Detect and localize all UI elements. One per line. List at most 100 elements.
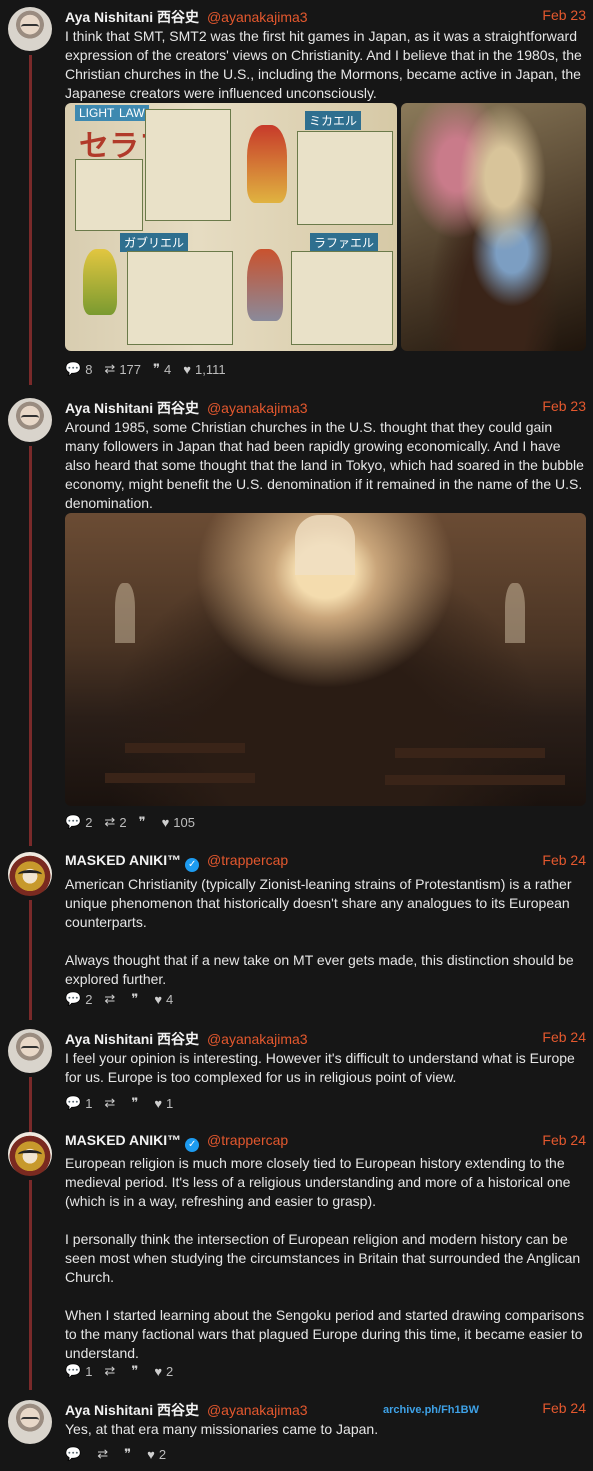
stat-table xyxy=(297,131,393,225)
like-count[interactable]: ♥ 1 xyxy=(154,1096,173,1111)
tweet-date[interactable]: Feb 24 xyxy=(542,852,586,868)
tweet: MASKED ANIKI™ ✓ @trappercap Feb 24 Europe… xyxy=(0,1132,593,1392)
quote-count[interactable]: ❞ 4 xyxy=(153,361,171,377)
tweet-header: Aya Nishitani 西谷史 @ayanakajima3 xyxy=(65,1400,585,1420)
reply-count[interactable]: 💬 xyxy=(65,1446,85,1462)
retweet-count[interactable]: ⇄ xyxy=(104,991,119,1007)
avatar[interactable] xyxy=(8,1029,52,1073)
stained-window xyxy=(505,583,525,643)
reply-icon: 💬 xyxy=(65,991,82,1006)
quote-icon: ❞ xyxy=(131,1363,139,1378)
avatar[interactable] xyxy=(8,398,52,442)
retweet-count[interactable]: ⇄ xyxy=(104,1363,119,1379)
church-interior-image[interactable] xyxy=(65,513,586,806)
magazine-scan-image[interactable]: LIGHT LAW セラフ ミカエル ガブリエル ラファエル xyxy=(65,103,397,351)
tweet-stats: 💬 2 ⇄ 2 ❞ ♥ 105 xyxy=(65,813,195,831)
retweet-count[interactable]: ⇄ xyxy=(104,1095,119,1111)
reply-icon: 💬 xyxy=(65,1095,82,1110)
author-handle[interactable]: @ayanakajima3 xyxy=(207,9,308,25)
quote-count[interactable]: ❞ xyxy=(124,1446,135,1462)
thread-line xyxy=(29,1180,32,1390)
tweet-date[interactable]: Feb 23 xyxy=(542,398,586,414)
reply-count[interactable]: 💬 8 xyxy=(65,361,92,377)
quote-count[interactable]: ❞ xyxy=(131,1095,142,1111)
like-icon: ♥ xyxy=(154,1363,163,1379)
angel-figure xyxy=(83,249,117,315)
tweet-header: Aya Nishitani 西谷史 @ayanakajima3 xyxy=(65,1029,585,1049)
avatar[interactable] xyxy=(8,1132,52,1176)
retweet-icon: ⇄ xyxy=(104,814,116,829)
quote-icon: ❞ xyxy=(138,814,146,829)
pew xyxy=(105,773,255,783)
author-name[interactable]: Aya Nishitani 西谷史 xyxy=(65,9,199,25)
law-tag: LAW xyxy=(115,105,149,121)
like-icon: ♥ xyxy=(154,1095,163,1111)
light-tag: LIGHT xyxy=(75,105,119,121)
retweet-count[interactable]: ⇄ 2 xyxy=(104,814,126,830)
like-icon: ♥ xyxy=(154,991,163,1007)
reply-icon: 💬 xyxy=(65,361,82,376)
retweet-icon: ⇄ xyxy=(104,1095,116,1110)
author-name[interactable]: MASKED ANIKI™ xyxy=(65,852,181,868)
retweet-icon: ⇄ xyxy=(97,1446,109,1461)
quote-icon: ❞ xyxy=(153,361,161,376)
tweet-stats: 💬 8 ⇄ 177 ❞ 4 ♥ 1,111 xyxy=(65,360,226,378)
michael-heading: ミカエル xyxy=(305,111,362,130)
tweet-date[interactable]: Feb 24 xyxy=(542,1029,586,1045)
stat-table xyxy=(291,251,393,345)
angel-figure xyxy=(247,249,283,321)
tweet-text: Yes, at that era many missionaries came … xyxy=(65,1421,379,1437)
author-handle[interactable]: @trappercap xyxy=(207,852,288,868)
tweet-text: European religion is much more closely t… xyxy=(65,1155,585,1361)
like-icon: ♥ xyxy=(183,361,191,377)
stained-window xyxy=(295,515,355,575)
thread-line xyxy=(29,446,32,846)
tweet-date[interactable]: Feb 24 xyxy=(542,1400,586,1416)
avatar[interactable] xyxy=(8,7,52,51)
retweet-icon: ⇄ xyxy=(104,991,116,1006)
quote-count[interactable]: ❞ xyxy=(131,1363,142,1379)
author-handle[interactable]: @ayanakajima3 xyxy=(207,400,308,416)
reply-count[interactable]: 💬 1 xyxy=(65,1095,92,1111)
gabriel-heading: ガブリエル xyxy=(120,233,189,252)
like-count[interactable]: ♥ 2 xyxy=(147,1447,166,1462)
author-name[interactable]: Aya Nishitani 西谷史 xyxy=(65,1031,199,1047)
author-handle[interactable]: @ayanakajima3 xyxy=(207,1031,308,1047)
author-name[interactable]: Aya Nishitani 西谷史 xyxy=(65,400,199,416)
quote-icon: ❞ xyxy=(124,1446,132,1461)
reply-icon: 💬 xyxy=(65,1446,82,1461)
retweet-count[interactable]: ⇄ 177 xyxy=(104,361,141,377)
reply-count[interactable]: 💬 2 xyxy=(65,814,92,830)
author-name[interactable]: MASKED ANIKI™ xyxy=(65,1132,181,1148)
tweet: Aya Nishitani 西谷史 @ayanakajima3 Feb 23 A… xyxy=(0,398,593,846)
quote-count[interactable]: ❞ xyxy=(139,814,150,830)
quote-icon: ❞ xyxy=(131,991,139,1006)
tweet: Aya Nishitani 西谷史 @ayanakajima3 Feb 24 Y… xyxy=(0,1400,593,1470)
tweet-date[interactable]: Feb 23 xyxy=(542,7,586,23)
tweet-stats: 💬 1 ⇄ ❞ ♥ 1 xyxy=(65,1094,173,1112)
avatar[interactable] xyxy=(8,1400,52,1444)
retweet-count[interactable]: ⇄ xyxy=(97,1446,112,1462)
author-name[interactable]: Aya Nishitani 西谷史 xyxy=(65,1402,199,1418)
quote-count[interactable]: ❞ xyxy=(131,991,142,1007)
thread-line xyxy=(29,55,32,385)
tweet-stats: 💬 1 ⇄ ❞ ♥ 2 xyxy=(65,1362,173,1380)
tweet-header: Aya Nishitani 西谷史 @ayanakajima3 xyxy=(65,398,585,418)
tweet-header: MASKED ANIKI™ ✓ @trappercap xyxy=(65,852,585,872)
avatar[interactable] xyxy=(8,852,52,896)
stat-table xyxy=(127,251,233,345)
archangel-painting-image[interactable] xyxy=(401,103,586,351)
reply-icon: 💬 xyxy=(65,1363,82,1378)
author-handle[interactable]: @trappercap xyxy=(207,1132,288,1148)
author-handle[interactable]: @ayanakajima3 xyxy=(207,1402,308,1418)
like-count[interactable]: ♥ 105 xyxy=(162,815,195,830)
like-count[interactable]: ♥ 1,111 xyxy=(183,362,225,377)
tweet-date[interactable]: Feb 24 xyxy=(542,1132,586,1148)
retweet-icon: ⇄ xyxy=(104,361,116,376)
like-icon: ♥ xyxy=(161,814,170,830)
archive-watermark: archive.ph/Fh1BW xyxy=(383,1404,479,1416)
reply-count[interactable]: 💬 1 xyxy=(65,1363,92,1379)
like-count[interactable]: ♥ 2 xyxy=(154,1364,173,1379)
reply-count[interactable]: 💬 2 xyxy=(65,991,92,1007)
like-count[interactable]: ♥ 4 xyxy=(154,992,173,1007)
